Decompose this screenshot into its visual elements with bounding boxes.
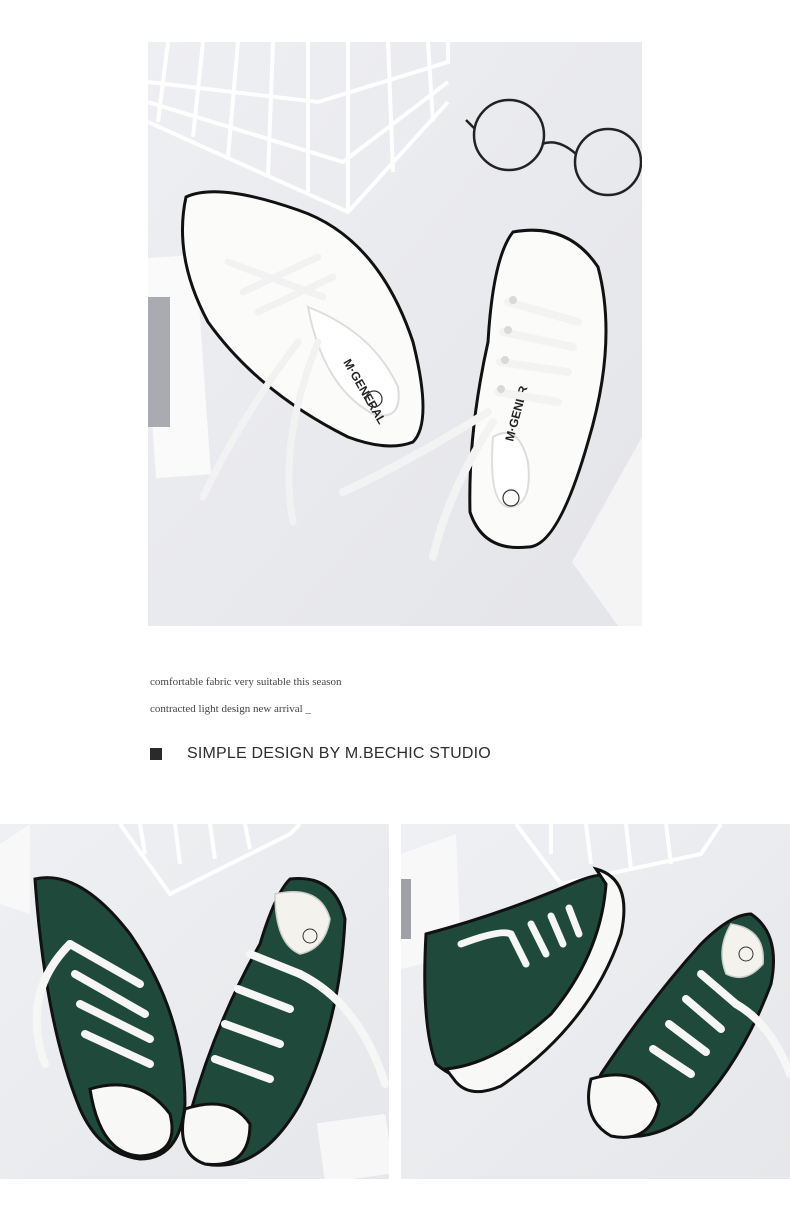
caption-line-1: comfortable fabric very suitable this se…	[150, 676, 342, 688]
section-heading: SIMPLE DESIGN BY M.BECHIC STUDIO	[150, 744, 491, 764]
hero-product-photo: M·GENERAL M·GENER	[148, 42, 642, 626]
square-icon	[150, 748, 162, 760]
section-heading-text: SIMPLE DESIGN BY M.BECHIC STUDIO	[187, 745, 491, 762]
green-sneakers-photo-right	[401, 824, 790, 1179]
caption-line-2: contracted light design new arrival _	[150, 703, 311, 715]
green-sneakers-photo-left	[0, 824, 389, 1179]
